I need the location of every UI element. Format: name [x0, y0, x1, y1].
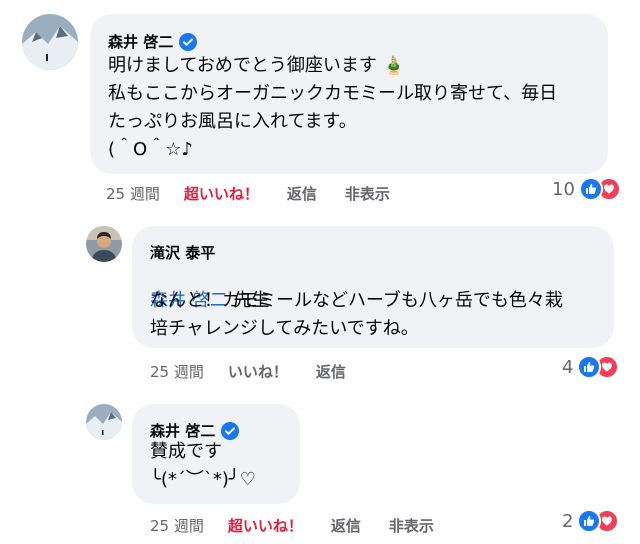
reply-button[interactable]: 返信 — [316, 361, 346, 382]
thumbs-up-icon — [578, 177, 603, 201]
hide-button[interactable]: 非表示 — [345, 183, 390, 204]
timestamp[interactable]: 25 週間 — [150, 515, 204, 536]
avatar[interactable] — [86, 404, 122, 440]
comment-author[interactable]: 森井 啓二 — [108, 31, 198, 52]
avatar[interactable] — [22, 14, 78, 70]
comment-text: 明けましておめでとう御座います 🎍 私もここからオーガニックカモミール取り寄せて… — [108, 55, 558, 160]
comment-text: 賛成です ╰(*´︶`*)╯♡ — [150, 441, 256, 490]
reaction-summary[interactable]: 2 — [562, 509, 620, 533]
like-button[interactable]: 超いいね！ — [184, 183, 259, 204]
like-button[interactable]: いいね！ — [228, 361, 288, 382]
comment-text: なんと！カモミールなどハーブも八ヶ岳でも色々栽 培チャレンジしてみたいですね。 — [150, 290, 563, 339]
comment-actions: 25 週間 超いいね！ 返信 非表示 — [106, 183, 390, 204]
reaction-count: 4 — [562, 356, 574, 378]
verified-badge-icon — [179, 32, 198, 51]
reply-button[interactable]: 返信 — [287, 183, 317, 204]
comment-actions: 25 週間 いいね！ 返信 — [150, 361, 374, 382]
reaction-summary[interactable]: 4 — [562, 355, 620, 379]
reaction-count: 10 — [552, 178, 575, 200]
timestamp[interactable]: 25 週間 — [150, 361, 204, 382]
reaction-summary[interactable]: 10 — [552, 177, 621, 201]
reaction-count: 2 — [562, 510, 574, 532]
reply-button[interactable]: 返信 — [331, 515, 361, 536]
hide-button[interactable]: 非表示 — [389, 515, 434, 536]
timestamp[interactable]: 25 週間 — [106, 183, 160, 204]
verified-badge-icon — [221, 421, 240, 440]
comment-actions: 25 週間 超いいね！ 返信 非表示 — [150, 515, 434, 536]
avatar[interactable] — [86, 226, 122, 262]
like-button[interactable]: 超いいね！ — [228, 515, 303, 536]
